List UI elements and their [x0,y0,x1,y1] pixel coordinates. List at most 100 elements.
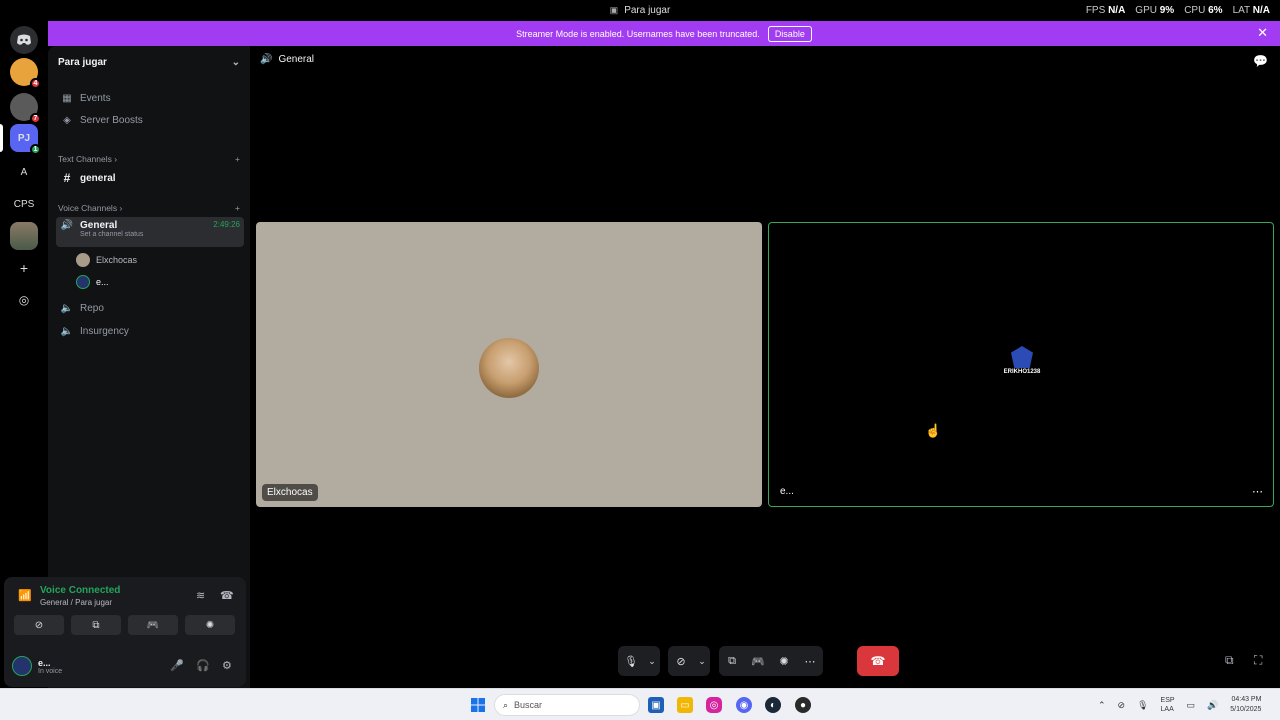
server-icon-cps[interactable]: CPS [10,190,38,218]
language-indicator[interactable]: ESP LAA [1161,696,1175,714]
username: e... [38,657,51,668]
gamepad-icon: 🎮 [146,619,160,631]
headphones-icon[interactable]: 🎧 [196,659,210,672]
participant-name: e... [780,486,794,497]
gamepad-icon[interactable]: 🎮 [745,646,771,676]
folder-icon[interactable]: ▭ [677,697,693,713]
popout-icon[interactable]: ⧉ [1225,653,1234,668]
server-icon-a[interactable]: A [10,158,38,186]
voice-channel-general[interactable]: 🔊 General Set a channel status 2:49:26 [56,217,244,247]
disconnect-icon[interactable]: ☎ [220,589,234,602]
network-icon[interactable]: ⊘ [1118,700,1126,711]
voice-connection-panel: 📶 Voice Connected General / Para jugar ≋… [4,577,246,687]
add-channel-icon[interactable]: + [235,203,240,213]
close-icon[interactable]: ✕ [1257,26,1268,40]
perf-overlay: FPS N/A GPU 9% CPU 6% LAT N/A [1086,0,1270,21]
steam-icon[interactable]: ◐ [765,697,781,713]
camera-off-icon: ⊘ [34,619,44,631]
more-options-icon[interactable]: ⋯ [797,646,823,676]
voice-channel-insurgency[interactable]: 🔈 Insurgency [56,321,244,341]
gpu-readout: GPU 9% [1135,5,1175,16]
user-bar: e... In voice 🎤 🎧 ⚙ [12,651,238,681]
server-icon-1[interactable]: 4 [10,58,41,89]
discord-taskbar-icon[interactable]: ◉ [736,697,752,713]
voice-badge: 1 [30,144,41,155]
server-header[interactable]: Para jugar ⌄ [48,46,250,78]
hash-icon: # [63,171,71,185]
disable-button[interactable]: Disable [767,25,812,42]
soundboard-icon[interactable]: ✺ [771,646,797,676]
avatar [76,253,90,267]
gear-icon[interactable]: ⚙ [222,659,232,672]
mic-control[interactable]: 🎙 ⌄ [618,646,660,676]
voice-member[interactable]: Elxchocas [76,251,137,269]
participant-tile[interactable]: ERIKHO1238 e... ⋯ ☝ [768,222,1274,507]
app-icon[interactable]: ● [795,697,811,713]
channel-header: 🔊 General [260,54,314,65]
voice-channel-repo[interactable]: 🔈 Repo [56,298,244,318]
microphone-icon[interactable]: 🎙 [1137,700,1148,711]
participant-tile[interactable]: Elxchocas [256,222,762,507]
events-item[interactable]: ▦ Events [56,88,244,108]
boost-icon: ◈ [63,114,71,126]
add-channel-icon[interactable]: + [235,154,240,164]
fullscreen-icon[interactable]: ⛶ [1254,653,1262,668]
discord-app: ▣ Para jugar FPS N/A GPU 9% CPU 6% LAT N… [0,0,1280,720]
screen-share-icon[interactable]: ⧉ [719,646,745,676]
window-title: Para jugar [624,5,671,16]
camera-off-button[interactable]: ⊘ [14,615,64,635]
add-server-icon[interactable]: + [10,254,38,282]
unread-badge: 4 [30,78,41,89]
microphone-icon[interactable]: 🎤 [170,659,184,672]
display-icon[interactable]: ▭ [1187,700,1196,711]
screen-share-button[interactable]: ⧉ [71,615,121,635]
store-icon[interactable]: ▣ [648,697,664,713]
avatar[interactable] [12,656,32,676]
disconnect-button[interactable]: ☎ [857,646,899,676]
banner-text: Streamer Mode is enabled. Usernames have… [516,28,760,39]
chevron-down-icon[interactable]: ⌄ [644,646,660,676]
microphone-icon[interactable]: 🎙 [618,646,644,676]
taskbar-search[interactable]: ⌕ Buscar [494,694,640,716]
server-icon-image[interactable] [10,222,38,250]
soundboard-button[interactable]: ✺ [185,615,235,635]
channel-general-text[interactable]: # general [56,168,244,188]
voice-location[interactable]: General / Para jugar [40,598,112,607]
more-options-icon[interactable]: ⋯ [1252,485,1263,498]
chat-icon[interactable]: 💬 [1253,54,1268,68]
chevron-down-icon: ⌄ [231,56,240,68]
app-icon: ▣ [609,5,619,15]
camera-control[interactable]: ⊘ ⌄ [668,646,710,676]
chevron-down-icon[interactable]: ⌄ [694,646,710,676]
hangup-icon: ☎ [870,654,886,668]
participant-name: Elxchocas [262,484,318,501]
volume-icon[interactable]: 🔊 [1207,700,1218,711]
call-timer: 2:49:26 [213,220,240,229]
voice-status: Voice Connected [40,585,121,596]
server-name: Para jugar [58,56,107,68]
activity-button[interactable]: 🎮 [128,615,178,635]
windows-start-icon[interactable] [470,697,486,713]
channel-title: General [278,54,315,65]
voice-member[interactable]: e... [76,273,109,291]
fps-readout: FPS N/A [1085,5,1126,16]
speaker-icon: 🔊 [60,220,74,231]
instagram-icon[interactable]: ◎ [706,697,722,713]
avatar: ERIKHO1238 [997,346,1047,382]
noise-suppression-icon[interactable]: ≋ [196,589,205,602]
mouse-cursor: ☝ [925,423,942,438]
signal-icon[interactable]: 📶 [18,589,32,602]
discord-home-icon[interactable] [10,26,38,54]
voice-category[interactable]: Voice Channels › + [58,203,240,213]
camera-off-icon[interactable]: ⊘ [668,646,694,676]
server-icon-pj[interactable]: PJ 1 [10,124,41,155]
avatar [479,338,539,398]
clock[interactable]: 04:43 PM 5/10/2025 [1230,695,1261,715]
channel-status-hint[interactable]: Set a channel status [80,231,213,238]
server-icon-2[interactable]: 7 [10,93,41,124]
screen-share-icon: ⧉ [92,619,100,631]
text-category[interactable]: Text Channels › + [58,154,240,164]
discover-icon[interactable]: ◎ [10,286,38,314]
server-boosts-item[interactable]: ◈ Server Boosts [56,110,244,130]
chevron-up-icon[interactable]: ⌃ [1098,700,1106,711]
